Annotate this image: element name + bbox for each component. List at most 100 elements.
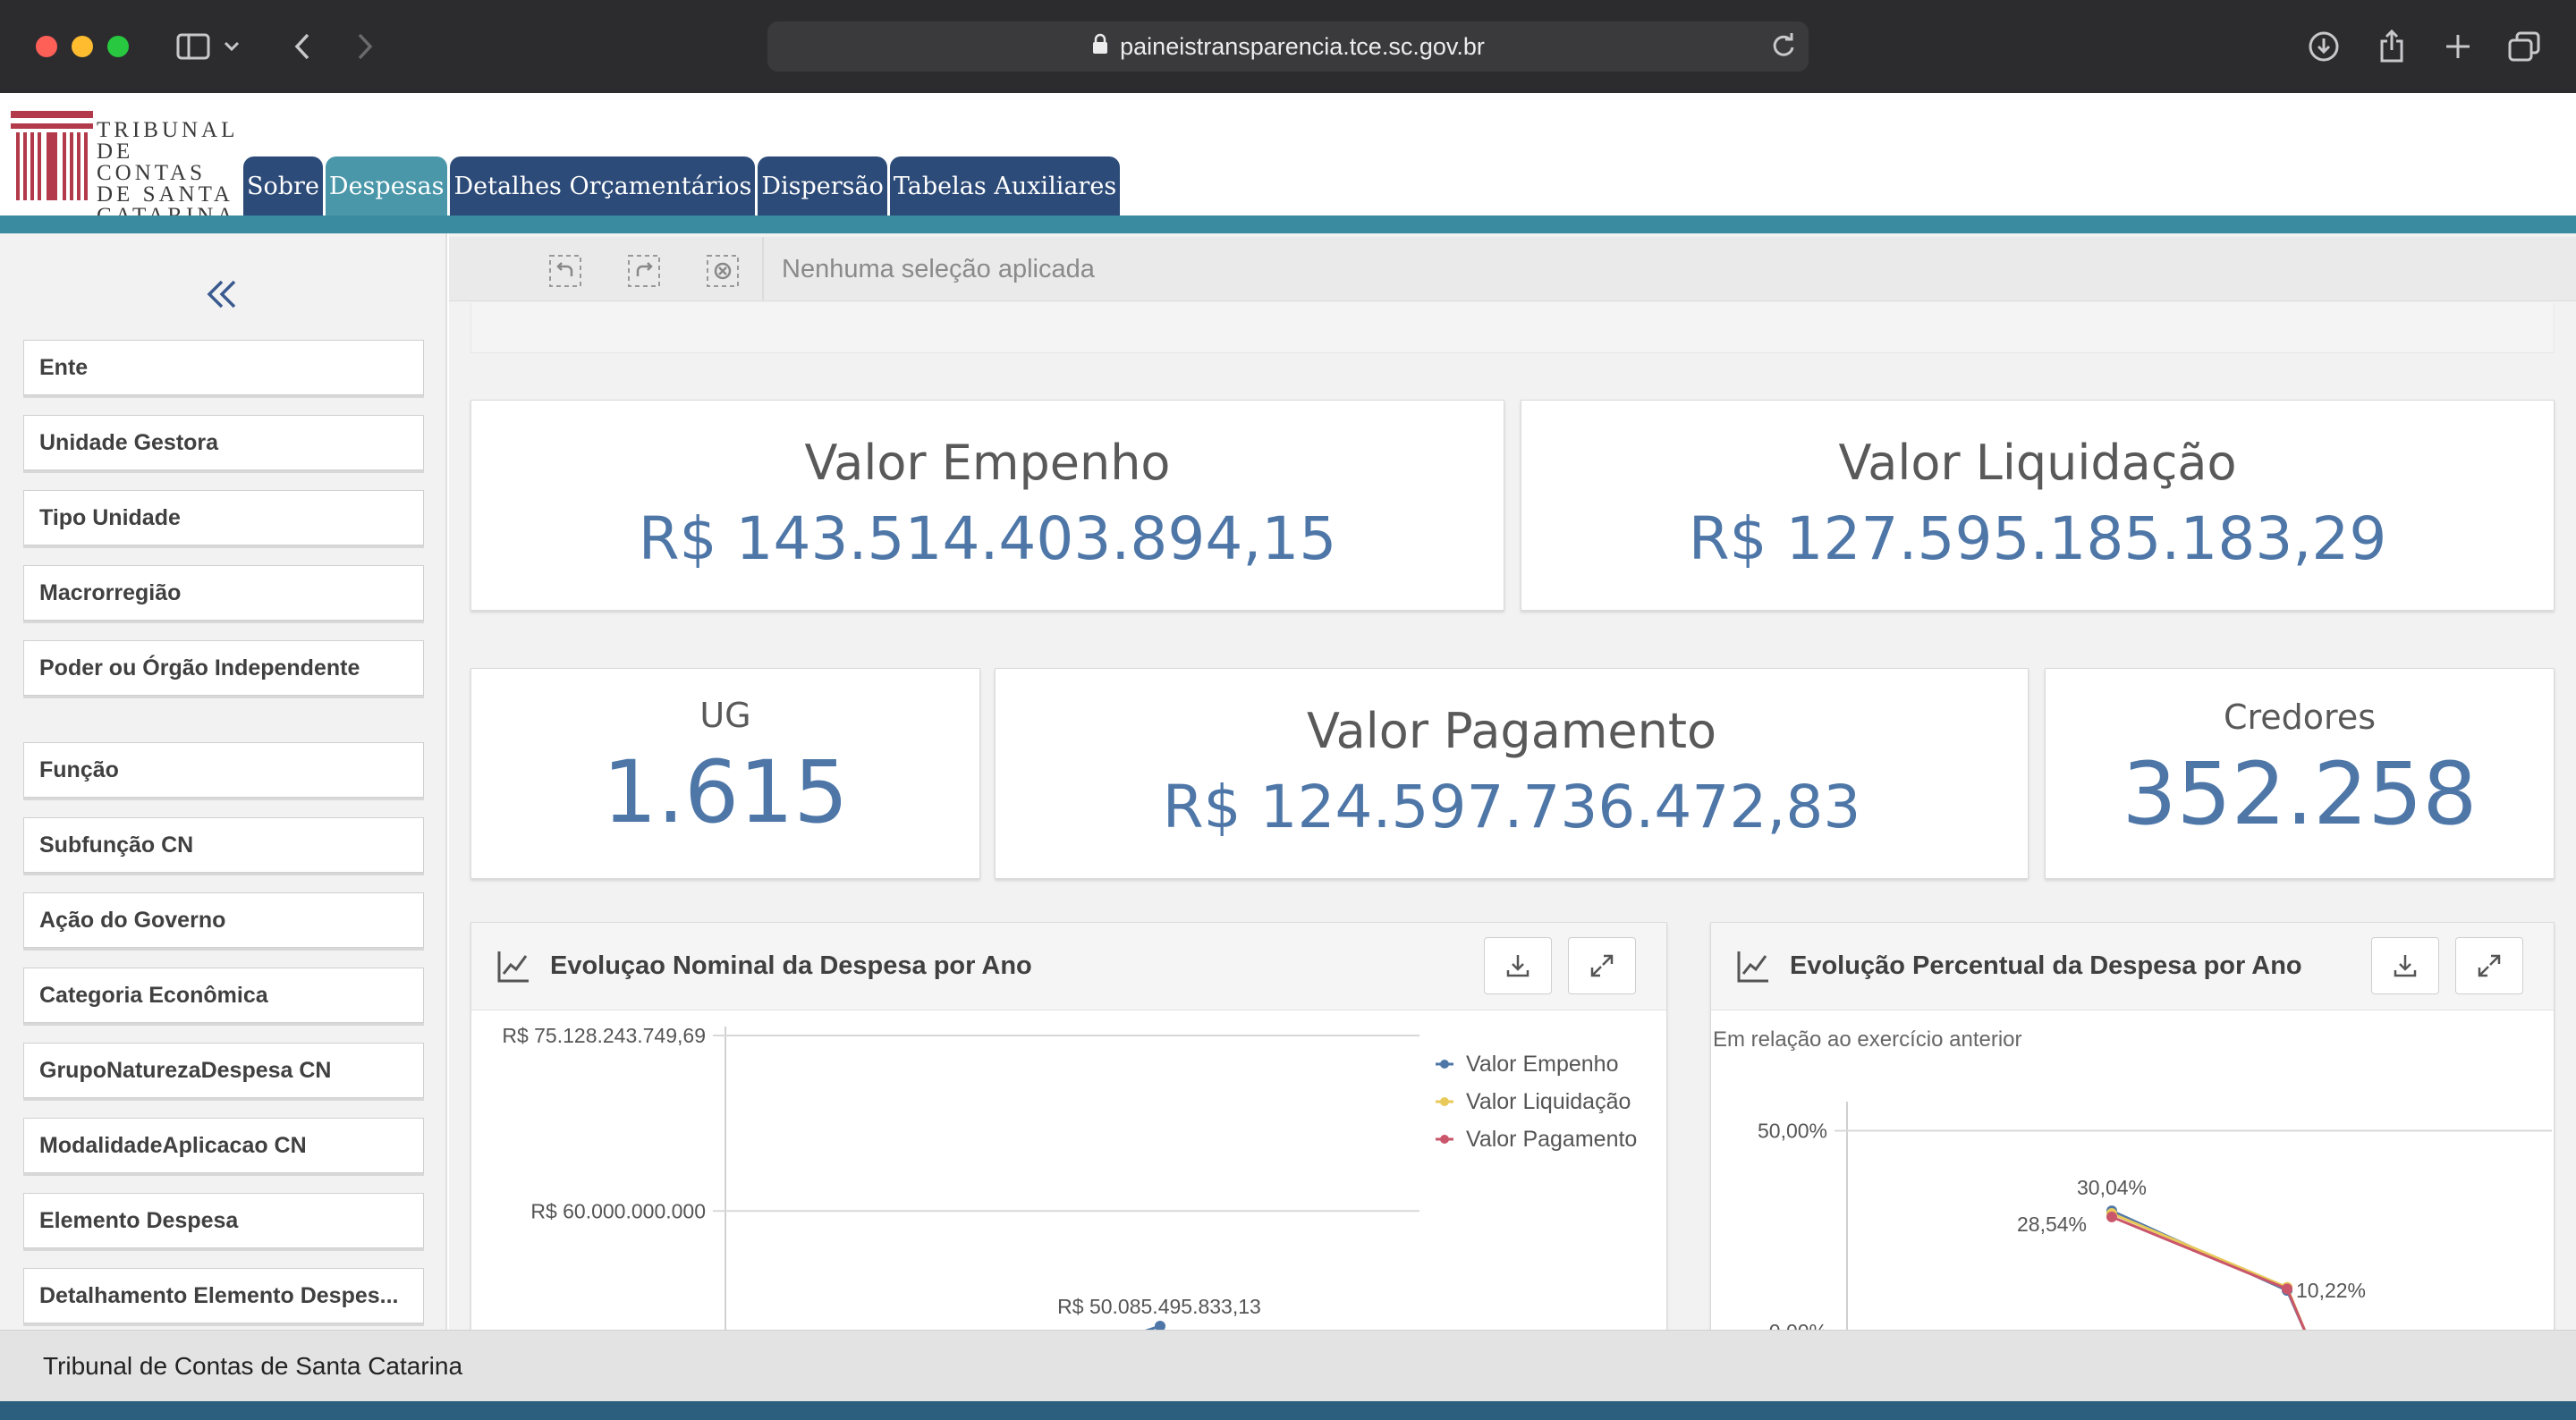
divider bbox=[762, 237, 764, 301]
selections-bar: Nenhuma seleção aplicada bbox=[449, 237, 2576, 301]
filter-funcao[interactable]: Função bbox=[23, 742, 424, 798]
tab-despesas[interactable]: Despesas bbox=[325, 156, 448, 216]
empty-strip bbox=[470, 303, 2555, 353]
data-label: R$ 50.085.495.833,13 bbox=[1057, 1295, 1261, 1318]
expand-button[interactable] bbox=[2455, 937, 2523, 994]
chart-evolucao-nominal[interactable]: R$ 75.128.243.749,69 R$ 60.000.000.000 Val… bbox=[471, 1010, 1667, 1330]
panel-evolucao-nominal: Evoluçao Nominal da Despesa por Ano R$ 7… bbox=[470, 922, 1667, 1330]
logo-line: TRIBUNAL bbox=[97, 118, 239, 142]
main-nav: Sobre Despesas Detalhes Orçamentários Di… bbox=[243, 156, 1121, 216]
expand-icon bbox=[1590, 954, 1614, 977]
tab-overview-icon[interactable] bbox=[2501, 23, 2547, 70]
data-point bbox=[2106, 1211, 2117, 1222]
legend-marker bbox=[1440, 1060, 1449, 1069]
download-button[interactable] bbox=[2371, 937, 2439, 994]
filter-ente[interactable]: Ente bbox=[23, 340, 424, 395]
download-icon bbox=[2394, 955, 2417, 977]
minimize-window-button[interactable] bbox=[72, 36, 93, 57]
chevron-down-icon[interactable] bbox=[218, 23, 245, 70]
chart-subtitle: Em relação ao exercício anterior bbox=[1713, 1027, 2022, 1052]
clear-selections-icon[interactable] bbox=[705, 253, 741, 289]
logo-line: DE SANTA bbox=[97, 182, 233, 207]
site-header: TRIBUNAL DE CONTAS DE SANTA CATARINA Sob… bbox=[0, 93, 2576, 227]
filter-poder-orgao[interactable]: Poder ou Órgão Independente bbox=[23, 640, 424, 696]
series-line bbox=[2111, 1215, 2306, 1330]
panel-header: Evolução Percentual da Despesa por Ano bbox=[1711, 923, 2554, 1010]
logo-line: DE CONTAS bbox=[97, 139, 207, 185]
new-tab-icon[interactable] bbox=[2435, 23, 2481, 70]
filter-elemento-despesa[interactable]: Elemento Despesa bbox=[23, 1193, 424, 1248]
series-line bbox=[2111, 1212, 2307, 1330]
lock-icon bbox=[1091, 33, 1109, 61]
step-back-icon[interactable] bbox=[547, 253, 583, 289]
panel-evolucao-percentual: Evolução Percentual da Despesa por Ano E… bbox=[1710, 922, 2555, 1330]
download-button[interactable] bbox=[1484, 937, 1552, 994]
sidebar-toggle-icon[interactable] bbox=[170, 23, 216, 70]
site-footer: Tribunal de Contas de Santa Catarina bbox=[0, 1330, 2576, 1401]
close-window-button[interactable] bbox=[36, 36, 57, 57]
url-text: paineistransparencia.tce.sc.gov.br bbox=[1120, 32, 1485, 60]
reload-icon[interactable] bbox=[1771, 32, 1796, 65]
y-tick-label: 0,00% bbox=[1769, 1320, 1827, 1330]
kpi-value: R$ 143.514.403.894,15 bbox=[638, 504, 1337, 573]
legend-marker bbox=[1440, 1135, 1449, 1144]
dashboard-main: Nenhuma seleção aplicada Valor Empenho R… bbox=[449, 233, 2576, 1330]
kpi-label: Credores bbox=[2223, 697, 2377, 737]
filter-unidade-gestora[interactable]: Unidade Gestora bbox=[23, 415, 424, 470]
kpi-label: Valor Liquidação bbox=[1838, 435, 2237, 491]
kpi-valor-liquidacao: Valor Liquidação R$ 127.595.185.183,29 bbox=[1521, 400, 2555, 611]
download-icon bbox=[1506, 955, 1530, 977]
legend-label: Valor Liquidação bbox=[1466, 1089, 1631, 1114]
kpi-valor-pagamento: Valor Pagamento R$ 124.597.736.472,83 bbox=[995, 668, 2029, 879]
filter-tipo-unidade[interactable]: Tipo Unidade bbox=[23, 490, 424, 545]
filter-categoria-economica[interactable]: Categoria Econômica bbox=[23, 968, 424, 1023]
kpi-value: 1.615 bbox=[602, 742, 849, 842]
filter-sidebar: Ente Unidade Gestora Tipo Unidade Macror… bbox=[0, 233, 447, 1330]
share-icon[interactable] bbox=[2368, 23, 2415, 70]
data-label: 10,22% bbox=[2296, 1279, 2366, 1302]
footer-text: Tribunal de Contas de Santa Catarina bbox=[43, 1352, 463, 1380]
tab-sobre[interactable]: Sobre bbox=[243, 156, 323, 216]
filter-modalidade-aplicacao[interactable]: ModalidadeAplicacao CN bbox=[23, 1118, 424, 1173]
tce-logo-mark-icon bbox=[11, 111, 93, 200]
kpi-label: Valor Pagamento bbox=[1306, 703, 1717, 759]
forward-arrow-icon[interactable] bbox=[342, 23, 388, 70]
collapse-sidebar-icon[interactable] bbox=[195, 267, 249, 321]
chart-evolucao-percentual[interactable]: Em relação ao exercício anterior 50,00% 0,… bbox=[1711, 1010, 2555, 1330]
panel-title: Evolução Percentual da Despesa por Ano bbox=[1790, 951, 2302, 980]
line-chart-icon bbox=[496, 950, 530, 984]
filter-acao-governo[interactable]: Ação do Governo bbox=[23, 892, 424, 948]
back-arrow-icon[interactable] bbox=[279, 23, 326, 70]
filter-grupo-natureza[interactable]: GrupoNaturezaDespesa CN bbox=[23, 1043, 424, 1098]
header-accent-bar bbox=[0, 216, 2576, 233]
filter-macrorregiao[interactable]: Macrorregião bbox=[23, 565, 424, 621]
y-tick-label: R$ 60.000.000.000 bbox=[530, 1199, 706, 1222]
kpi-label: UG bbox=[699, 696, 751, 735]
filter-subfuncao[interactable]: Subfunção CN bbox=[23, 817, 424, 873]
bottom-accent-bar bbox=[0, 1401, 2576, 1420]
download-icon[interactable] bbox=[2301, 23, 2347, 70]
step-forward-icon[interactable] bbox=[626, 253, 662, 289]
legend-marker bbox=[1440, 1097, 1449, 1106]
tab-dispersao[interactable]: Dispersão bbox=[758, 156, 887, 216]
data-label: 28,54% bbox=[2017, 1213, 2087, 1236]
y-tick-label: 50,00% bbox=[1758, 1119, 1827, 1142]
kpi-label: Valor Empenho bbox=[804, 435, 1171, 491]
data-point bbox=[2282, 1283, 2292, 1295]
logo-wordmark: TRIBUNAL DE CONTAS DE SANTA CATARINA bbox=[97, 118, 249, 227]
panel-header: Evoluçao Nominal da Despesa por Ano bbox=[471, 923, 1666, 1010]
expand-button[interactable] bbox=[1568, 937, 1636, 994]
kpi-credores: Credores 352.258 bbox=[2045, 668, 2555, 879]
kpi-value: 352.258 bbox=[2122, 744, 2478, 844]
kpi-ug: UG 1.615 bbox=[470, 668, 980, 879]
line-chart-icon bbox=[1736, 950, 1770, 984]
tab-detalhes-orcamentarios[interactable]: Detalhes Orçamentários bbox=[450, 156, 756, 216]
kpi-value: R$ 124.597.736.472,83 bbox=[1162, 773, 1861, 841]
tab-tabelas-auxiliares[interactable]: Tabelas Auxiliares bbox=[889, 156, 1121, 216]
tce-logo[interactable]: TRIBUNAL DE CONTAS DE SANTA CATARINA bbox=[11, 109, 234, 227]
maximize-window-button[interactable] bbox=[107, 36, 129, 57]
data-point bbox=[1155, 1320, 1165, 1330]
filter-detalhamento-elemento[interactable]: Detalhamento Elemento Despes... bbox=[23, 1268, 424, 1323]
address-bar[interactable]: paineistransparencia.tce.sc.gov.br bbox=[767, 21, 1809, 72]
panel-title: Evoluçao Nominal da Despesa por Ano bbox=[550, 951, 1032, 980]
